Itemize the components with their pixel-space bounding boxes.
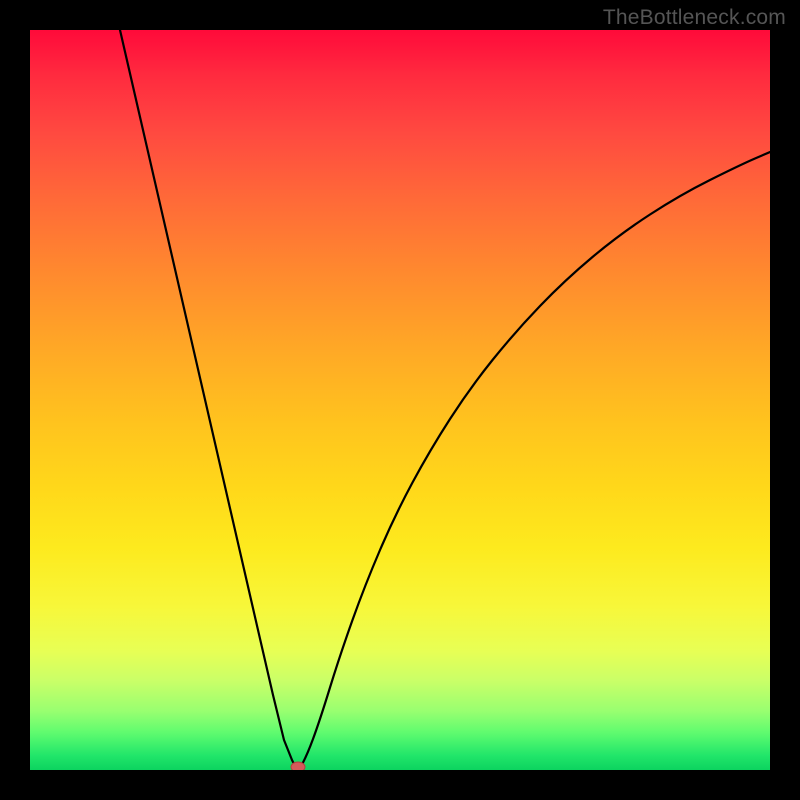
bottleneck-curve-right	[300, 152, 770, 768]
bottleneck-curve-left	[120, 30, 296, 768]
plot-area	[30, 30, 770, 770]
minimum-marker	[291, 762, 305, 770]
curve-layer	[30, 30, 770, 770]
watermark-text: TheBottleneck.com	[603, 6, 786, 30]
chart-stage: TheBottleneck.com	[0, 0, 800, 800]
